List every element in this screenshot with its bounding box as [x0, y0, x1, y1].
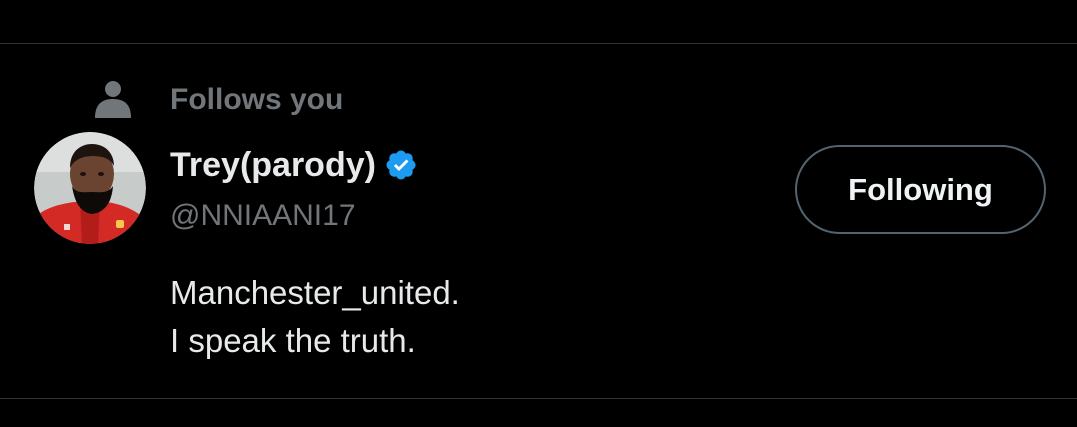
- avatar[interactable]: [34, 132, 146, 244]
- display-name[interactable]: Trey(parody): [170, 144, 376, 186]
- user-cell[interactable]: Follows you Trey(parody) @NNIAANI17 Manc…: [0, 44, 1077, 398]
- bio-line: I speak the truth.: [170, 322, 416, 359]
- user-handle[interactable]: @NNIAANI17: [170, 198, 356, 234]
- user-bio: Manchester_united. I speak the truth.: [170, 269, 460, 365]
- verified-badge-icon[interactable]: [384, 148, 418, 182]
- bottom-divider: [0, 398, 1077, 399]
- name-row: Trey(parody): [170, 144, 418, 186]
- following-button[interactable]: Following: [795, 145, 1046, 234]
- bio-line: Manchester_united.: [170, 274, 460, 311]
- follows-you-label: Follows you: [170, 83, 344, 116]
- social-context: Follows you: [93, 80, 343, 120]
- person-icon: [95, 81, 131, 118]
